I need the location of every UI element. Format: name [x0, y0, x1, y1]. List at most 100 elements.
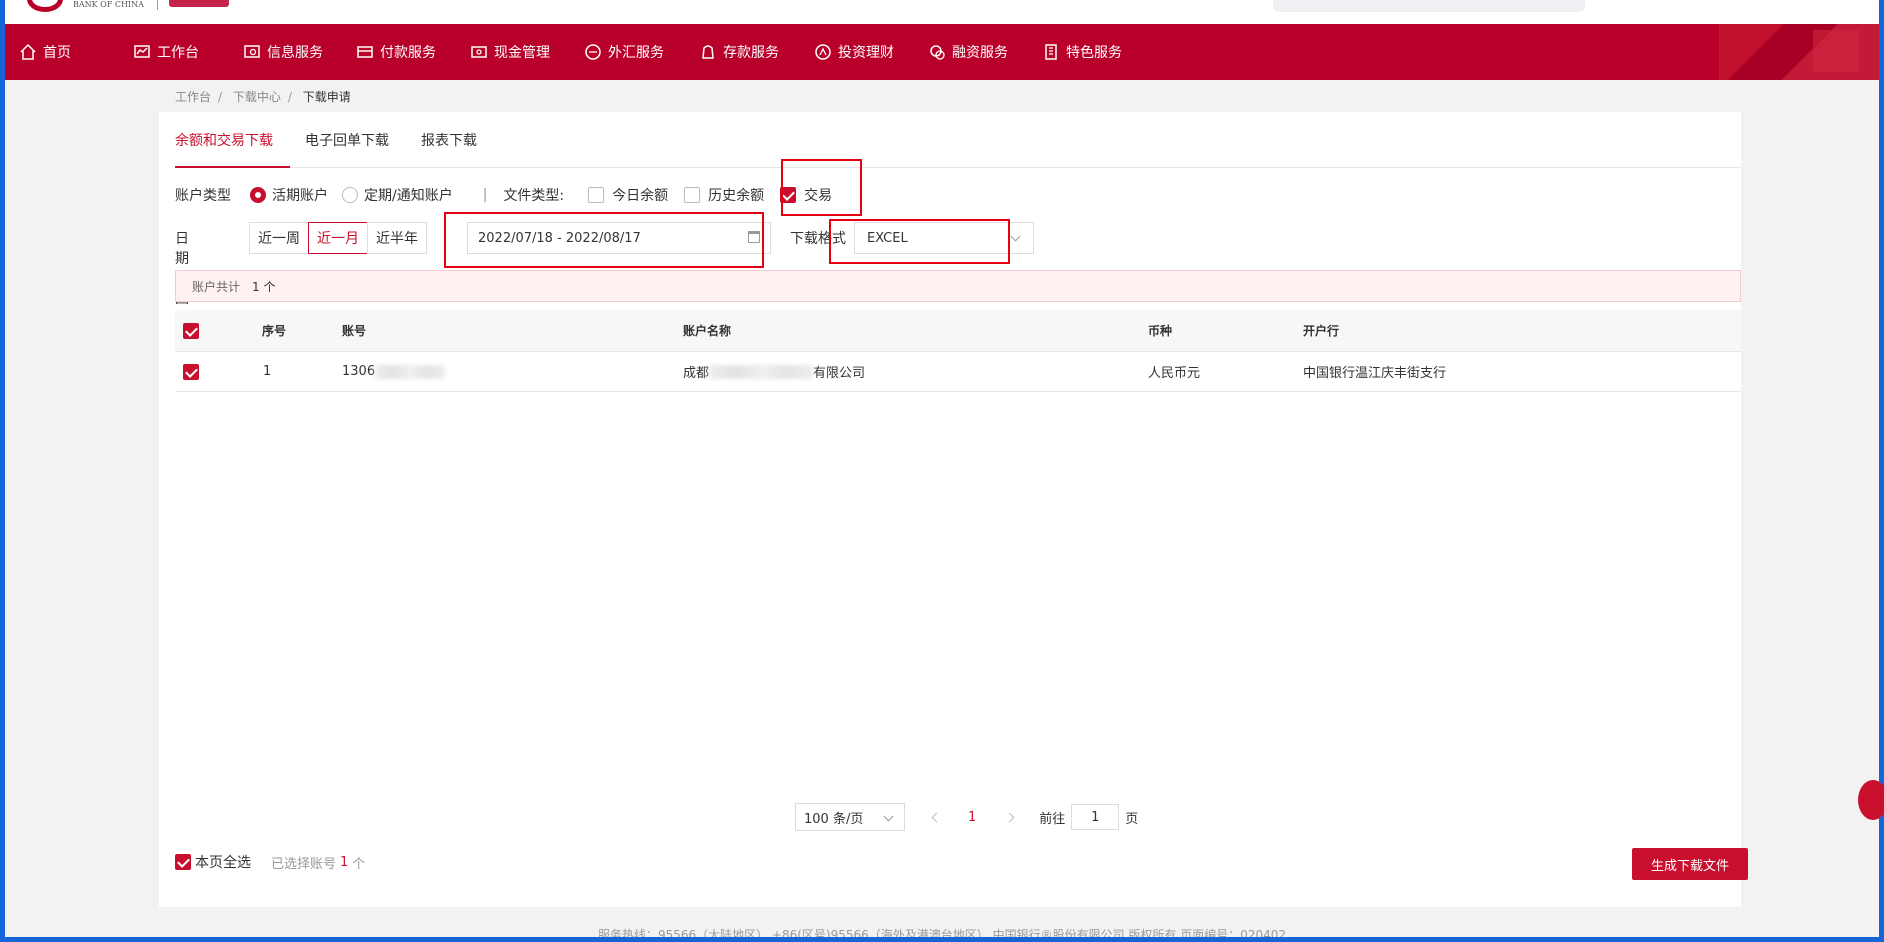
highlight-transaction-box: [781, 159, 862, 216]
summary-count: 1 个: [252, 279, 276, 294]
row-checkbox[interactable]: [183, 363, 199, 380]
nav-label: 首页: [43, 45, 71, 61]
select-page-checkbox[interactable]: [175, 854, 191, 870]
nav-label: 融资服务: [952, 45, 1008, 61]
home-icon: [20, 43, 36, 60]
navbar-decoration: [1719, 24, 1879, 80]
col-index: 序号: [262, 324, 287, 338]
radio-fixed-account-label[interactable]: 定期/通知账户: [364, 185, 453, 205]
header-select-all-checkbox[interactable]: [183, 322, 199, 339]
account-table: 序号 账号 账户名称 币种 开户行 1 1306 成都 有限公司 人民币元 中国…: [175, 310, 1741, 392]
row-name-suffix: 有限公司: [813, 366, 866, 381]
bank-logo-icon: [27, 0, 63, 12]
summary-label: 账户共计: [192, 279, 241, 294]
col-account: 账号: [342, 324, 367, 338]
filter-row-type: 账户类型 活期账户 定期/通知账户 | 文件类型: 今日余额 历史余额 交易: [175, 182, 832, 208]
row-index: 1: [263, 364, 272, 379]
nav-item-special[interactable]: 特色服务: [1042, 24, 1156, 80]
table-header: 序号 账号 账户名称 币种 开户行: [175, 310, 1741, 352]
building-icon: [1045, 44, 1057, 60]
chevron-down-icon: [1010, 231, 1021, 242]
brand-mark-icon: [169, 0, 229, 7]
tab-report[interactable]: 报表下载: [421, 130, 477, 150]
dashboard-icon: [134, 45, 150, 58]
filter-divider: |: [482, 187, 488, 203]
row-name-prefix: 成都: [683, 366, 710, 381]
nav-label: 信息服务: [267, 45, 323, 61]
nav-label: 特色服务: [1066, 45, 1122, 61]
nav-item-financing[interactable]: 融资服务: [928, 24, 1042, 80]
floating-service-button[interactable]: [1858, 780, 1884, 820]
next-page-icon[interactable]: [1004, 812, 1015, 822]
nav-item-payment[interactable]: 付款服务: [356, 24, 470, 80]
nav-label: 外汇服务: [608, 45, 664, 61]
checkbox-history-balance[interactable]: [684, 187, 701, 203]
tab-bar: 余额和交易下载 电子回单下载 报表下载: [175, 112, 1741, 168]
nav-item-workbench[interactable]: 工作台: [133, 24, 243, 80]
nav-item-forex[interactable]: 外汇服务: [584, 24, 699, 80]
prev-page-icon[interactable]: [931, 812, 942, 822]
chevron-down-icon: [883, 811, 894, 822]
checkbox-today-balance[interactable]: [588, 187, 605, 203]
radio-current-account-label[interactable]: 活期账户: [272, 185, 328, 205]
redacted-name: [709, 364, 814, 379]
page-size-value: 100 条/页: [804, 811, 864, 827]
info-icon: [244, 45, 260, 58]
row-account: 1306: [342, 364, 376, 379]
nav-item-cash[interactable]: 现金管理: [470, 24, 584, 80]
row-currency: 人民币元: [1148, 366, 1201, 381]
redacted-account: [375, 364, 446, 379]
table-row[interactable]: 1 1306 成都 有限公司 人民币元 中国银行温江庆丰街支行: [175, 352, 1741, 392]
selected-count: 1: [340, 854, 349, 870]
nav-label: 投资理财: [838, 45, 894, 61]
radio-fixed-account[interactable]: [342, 187, 358, 203]
nav-label: 现金管理: [494, 45, 550, 61]
main-navbar: 首页 工作台 信息服务 付款服务 现金管理 外汇服务 存款服务 投资理财 融资服…: [5, 24, 1879, 80]
col-bank: 开户行: [1303, 324, 1340, 338]
current-page[interactable]: 1: [968, 810, 976, 825]
preset-month-button[interactable]: 近一月: [308, 222, 368, 254]
row-bank: 中国银行温江庆丰街支行: [1303, 366, 1447, 381]
account-summary-bar: 账户共计 1 个: [175, 270, 1741, 302]
nav-label: 存款服务: [723, 45, 779, 61]
file-type-label: 文件类型:: [503, 188, 565, 204]
highlight-date-box: [444, 212, 764, 268]
breadcrumb-item[interactable]: 工作台: [175, 90, 211, 104]
top-header: BANK OF CHINA: [5, 0, 1879, 24]
page-footer: 服务热线：95566（大陆地区） +86(区号)95566（海外及港澳台地区） …: [597, 928, 1287, 937]
cash-icon: [471, 46, 487, 58]
account-type-label: 账户类型: [175, 188, 231, 204]
nav-item-info[interactable]: 信息服务: [243, 24, 356, 80]
forex-icon: [585, 44, 601, 60]
pagination: 100 条/页 1 前往 1 页: [795, 802, 1138, 832]
nav-item-deposit[interactable]: 存款服务: [699, 24, 814, 80]
today-balance-label[interactable]: 今日余额: [612, 185, 668, 205]
page-size-select[interactable]: 100 条/页: [795, 803, 905, 831]
history-balance-label[interactable]: 历史余额: [708, 185, 764, 205]
generate-download-button[interactable]: 生成下载文件: [1632, 848, 1748, 880]
page-unit-label: 页: [1125, 811, 1139, 827]
finance-icon: [930, 45, 945, 60]
preset-halfyear-button[interactable]: 近半年: [367, 222, 427, 254]
selected-label: 已选择账号: [271, 856, 337, 872]
goto-page-input[interactable]: 1: [1071, 804, 1120, 830]
breadcrumb-item[interactable]: 下载中心: [233, 90, 281, 104]
nav-item-invest[interactable]: 投资理财: [814, 24, 928, 80]
tab-balance-transaction[interactable]: 余额和交易下载: [175, 130, 273, 150]
top-search-bar[interactable]: [1273, 0, 1585, 12]
nav-label: 付款服务: [380, 45, 436, 61]
nav-item-home[interactable]: 首页: [19, 24, 133, 80]
select-page-label[interactable]: 本页全选: [195, 852, 251, 872]
breadcrumb-current: 下载申请: [302, 90, 351, 104]
goto-label: 前往: [1039, 811, 1066, 827]
radio-current-account[interactable]: [250, 187, 266, 203]
active-tab-indicator: [175, 166, 290, 168]
tab-e-receipt[interactable]: 电子回单下载: [305, 130, 389, 150]
preset-week-button[interactable]: 近一周: [249, 222, 309, 254]
invest-icon: [815, 44, 831, 60]
nav-label: 工作台: [157, 45, 199, 61]
deposit-icon: [702, 45, 714, 59]
col-currency: 币种: [1148, 324, 1173, 338]
highlight-format-box: [829, 219, 1010, 264]
logo-text: BANK OF CHINA: [73, 0, 144, 9]
